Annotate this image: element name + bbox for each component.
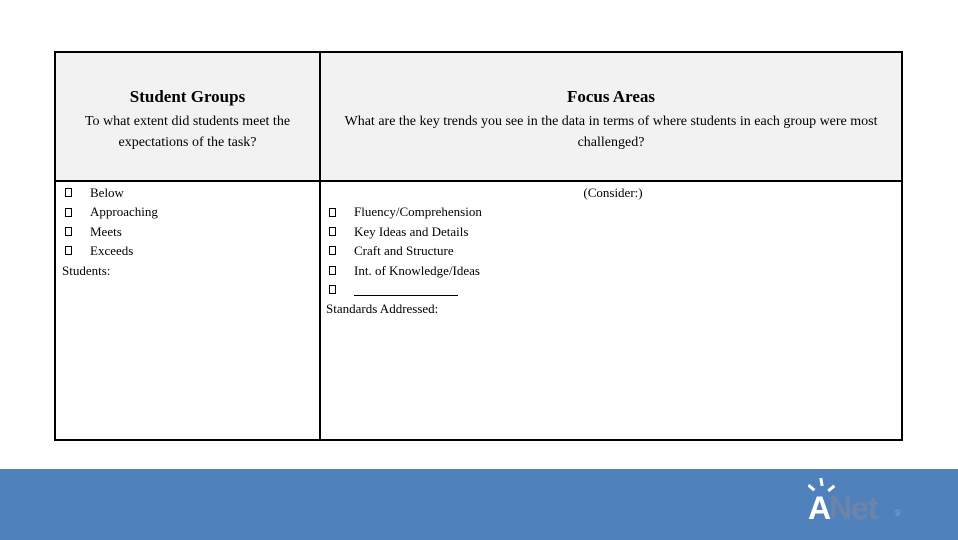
checkbox-icon[interactable] bbox=[329, 285, 336, 295]
option-exceeds[interactable]: Exceeds bbox=[61, 241, 319, 260]
slide: Student Groups To what extent did studen… bbox=[0, 0, 958, 540]
option-label: Fluency/Comprehension bbox=[354, 204, 482, 220]
option-fluency[interactable]: Fluency/Comprehension bbox=[325, 202, 901, 221]
focus-areas-header: Focus Areas What are the key trends you … bbox=[321, 53, 901, 182]
student-groups-question: To what extent did students meet the exp… bbox=[84, 114, 291, 150]
students-label-row: Students: bbox=[61, 261, 319, 280]
checkbox-icon[interactable] bbox=[65, 207, 72, 217]
consider-row: (Consider:) bbox=[325, 183, 901, 202]
checkbox-icon[interactable] bbox=[65, 188, 72, 198]
analysis-table: Student Groups To what extent did studen… bbox=[54, 51, 903, 441]
student-groups-body: Below Approaching Meets Exceeds Students… bbox=[56, 182, 321, 439]
blank-fill-line[interactable] bbox=[354, 283, 458, 297]
option-int-knowledge[interactable]: Int. of Knowledge/Ideas bbox=[325, 261, 901, 280]
option-label: Key Ideas and Details bbox=[354, 223, 469, 239]
checkbox-icon[interactable] bbox=[329, 265, 336, 275]
option-label: Exceeds bbox=[90, 243, 134, 259]
standards-label: Standards Addressed: bbox=[326, 301, 439, 317]
checkbox-icon[interactable] bbox=[329, 246, 336, 256]
option-meets[interactable]: Meets bbox=[61, 222, 319, 241]
option-label: Below bbox=[90, 185, 124, 200]
checkbox-icon[interactable] bbox=[329, 226, 336, 236]
option-key-ideas[interactable]: Key Ideas and Details bbox=[325, 222, 901, 241]
logo-net: Net bbox=[829, 490, 879, 526]
checkbox-icon[interactable] bbox=[329, 207, 336, 217]
option-other[interactable] bbox=[325, 280, 901, 299]
option-label: Int. of Knowledge/Ideas bbox=[354, 262, 480, 278]
standards-row: Standards Addressed: bbox=[325, 299, 901, 318]
consider-label: (Consider:) bbox=[583, 185, 643, 200]
focus-areas-body: (Consider:) Fluency/Comprehension Key Id… bbox=[321, 182, 901, 439]
focus-areas-title: Focus Areas bbox=[567, 87, 655, 106]
anet-logo: A Net bbox=[808, 478, 908, 526]
focus-areas-question: What are the key trends you see in the d… bbox=[344, 114, 878, 150]
option-craft-structure[interactable]: Craft and Structure bbox=[325, 241, 901, 260]
slide-number: 9 bbox=[895, 508, 901, 518]
option-label: Approaching bbox=[90, 204, 158, 220]
checkbox-icon[interactable] bbox=[65, 246, 72, 256]
logo-letter-a: A bbox=[808, 490, 832, 526]
student-groups-header: Student Groups To what extent did studen… bbox=[56, 53, 321, 182]
option-label: Meets bbox=[90, 223, 122, 239]
students-label: Students: bbox=[62, 262, 111, 278]
checkbox-icon[interactable] bbox=[65, 226, 72, 236]
student-groups-title: Student Groups bbox=[129, 87, 246, 106]
option-below[interactable]: Below bbox=[61, 183, 319, 202]
option-label: Craft and Structure bbox=[354, 243, 454, 259]
option-approaching[interactable]: Approaching bbox=[61, 202, 319, 221]
